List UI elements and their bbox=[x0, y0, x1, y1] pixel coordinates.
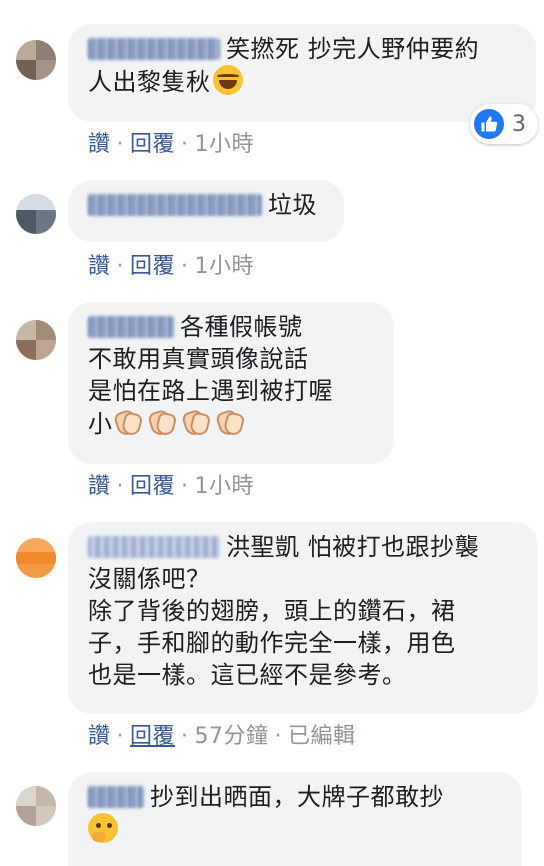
like-link[interactable]: 讚 bbox=[88, 474, 111, 499]
comment-actions: 讚 · 回覆 · 1小時 bbox=[88, 126, 254, 158]
comment-text-line: 是怕在路上遇到被打喔 bbox=[88, 377, 333, 405]
thinking-face-emoji bbox=[88, 813, 118, 843]
separator: · bbox=[116, 724, 125, 749]
comment-bubble: 垃圾 bbox=[68, 180, 344, 242]
separator: · bbox=[274, 724, 283, 749]
comment-text-line: 人出黎隻秋 bbox=[88, 68, 211, 96]
comment-actions: 讚 · 回覆 · 1小時 bbox=[88, 248, 254, 280]
like-link[interactable]: 讚 bbox=[88, 724, 111, 749]
comment-text-line: 笑撚死 抄完人野仲要約 bbox=[226, 35, 480, 63]
clapping-hands-emoji bbox=[147, 407, 177, 437]
comment-text-line: 各種假帳號 bbox=[180, 313, 303, 341]
comment-actions: 讚 · 回覆 · 57分鐘 · 已編輯 bbox=[88, 718, 356, 750]
avatar[interactable] bbox=[16, 194, 56, 234]
separator: · bbox=[181, 132, 189, 157]
comment-text-line: 子，手和腳的動作完全一樣，用色 bbox=[88, 629, 456, 657]
comment-text-line: 不敢用真實頭像說話 bbox=[88, 345, 309, 373]
reply-link[interactable]: 回覆 bbox=[130, 254, 175, 279]
comment-text-line: 除了背後的翅膀，頭上的鑽石，裙 bbox=[88, 597, 456, 625]
comment-bubble: 抄到出晒面，大牌子都敢抄 bbox=[68, 772, 522, 866]
edited-label[interactable]: 已編輯 bbox=[288, 724, 356, 749]
comment-actions: 讚 · 回覆 · 1小時 bbox=[88, 468, 254, 500]
comment-text-line: 抄到出晒面，大牌子都敢抄 bbox=[150, 783, 444, 811]
clapping-hands-emoji bbox=[181, 407, 211, 437]
laughing-emoji bbox=[212, 65, 243, 95]
avatar[interactable] bbox=[16, 40, 56, 80]
avatar[interactable] bbox=[16, 538, 56, 578]
separator: · bbox=[116, 132, 125, 157]
author-name-blurred[interactable] bbox=[88, 316, 174, 338]
author-name-blurred[interactable] bbox=[88, 38, 220, 60]
comment-text-line: 也是一樣。這已經不是參考。 bbox=[88, 661, 407, 689]
author-name-blurred[interactable] bbox=[88, 194, 262, 216]
thumbs-up-icon bbox=[474, 109, 504, 139]
comment-bubble: 洪聖凱 怕被打也跟抄襲 沒關係吧？ 除了背後的翅膀，頭上的鑽石，裙 子，手和腳的… bbox=[68, 522, 538, 714]
comment-bubble: 笑撚死 抄完人野仲要約 人出黎隻秋 bbox=[68, 24, 536, 122]
separator: · bbox=[116, 254, 125, 279]
separator: · bbox=[181, 254, 189, 279]
author-name-blurred[interactable] bbox=[88, 786, 144, 808]
reply-link[interactable]: 回覆 bbox=[130, 724, 175, 749]
like-link[interactable]: 讚 bbox=[88, 132, 111, 157]
clapping-hands-emoji bbox=[113, 407, 143, 437]
timestamp[interactable]: 1小時 bbox=[195, 254, 255, 279]
avatar[interactable] bbox=[16, 320, 56, 360]
comment-bubble: 各種假帳號 不敢用真實頭像說話 是怕在路上遇到被打喔 小 bbox=[68, 302, 394, 464]
author-name-blurred[interactable] bbox=[88, 536, 220, 558]
comment-text-line: 小 bbox=[88, 410, 113, 438]
avatar[interactable] bbox=[16, 786, 56, 826]
separator: · bbox=[181, 724, 189, 749]
reply-link[interactable]: 回覆 bbox=[130, 132, 175, 157]
reaction-count-badge[interactable]: 3 bbox=[470, 104, 538, 144]
separator: · bbox=[181, 474, 189, 499]
like-link[interactable]: 讚 bbox=[88, 254, 111, 279]
reply-link[interactable]: 回覆 bbox=[130, 474, 175, 499]
separator: · bbox=[116, 474, 125, 499]
reaction-count: 3 bbox=[512, 111, 526, 137]
clapping-hands-emoji bbox=[215, 407, 245, 437]
timestamp[interactable]: 1小時 bbox=[195, 474, 255, 499]
timestamp[interactable]: 57分鐘 bbox=[195, 724, 269, 749]
comment-text-line: 沒關係吧？ bbox=[88, 565, 211, 593]
comment-text-line: 垃圾 bbox=[268, 191, 317, 219]
comment-text-line: 洪聖凱 怕被打也跟抄襲 bbox=[226, 533, 480, 561]
timestamp[interactable]: 1小時 bbox=[195, 132, 255, 157]
